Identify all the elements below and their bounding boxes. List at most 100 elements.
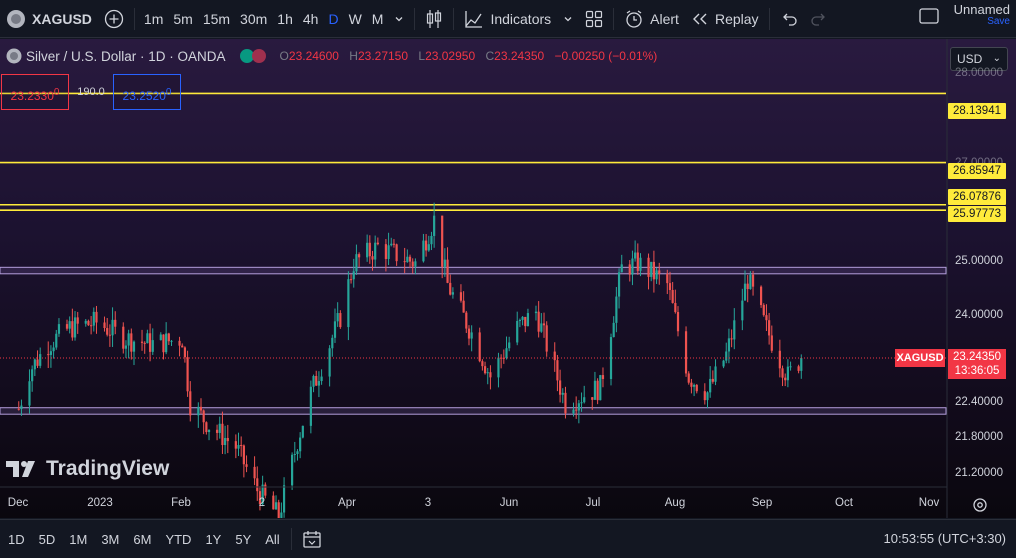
candle-down (425, 240, 428, 251)
symbol-search[interactable]: XAGUSD (0, 0, 98, 38)
candle-down (459, 292, 463, 301)
interval-w[interactable]: W (344, 0, 367, 38)
candle-up (347, 279, 350, 328)
range-ytd[interactable]: YTD (158, 532, 198, 547)
templates-button[interactable] (579, 0, 609, 38)
range-6m[interactable]: 6M (126, 532, 158, 547)
candle-up (741, 300, 744, 321)
chart-type-button[interactable] (419, 0, 449, 38)
interval-5m[interactable]: 5m (168, 0, 197, 38)
watermark-text: TradingView (46, 457, 170, 480)
candle-up (612, 322, 615, 338)
interval-dropdown[interactable] (388, 0, 410, 38)
level-label[interactable]: 26.07876 (948, 189, 1006, 205)
range-1m[interactable]: 1M (62, 532, 94, 547)
candle-down (666, 273, 669, 284)
interval-1h[interactable]: 1h (272, 0, 298, 38)
candle-up (743, 283, 747, 301)
settings-icon[interactable] (970, 495, 990, 515)
interval-d[interactable]: D (323, 0, 343, 38)
clock-timezone[interactable]: 10:53:55 (UTC+3:30) (884, 531, 1006, 546)
candle-down (553, 351, 556, 361)
candle-down (315, 376, 318, 386)
candle-down (240, 445, 243, 447)
interval-15m[interactable]: 15m (198, 0, 235, 38)
layout-name: Unnamed (953, 2, 1010, 17)
tradingview-watermark: TradingView (6, 457, 169, 481)
candle-up (572, 409, 575, 414)
candle-down (395, 244, 398, 262)
interval-30m[interactable]: 30m (235, 0, 272, 38)
buy-price-sup: 0 (165, 87, 172, 98)
replay-button[interactable]: Replay (685, 0, 765, 38)
x-axis-tick: Sep (751, 497, 773, 509)
market-status[interactable] (239, 49, 266, 63)
candle-down (647, 257, 650, 277)
candle-up (577, 403, 580, 411)
buy-button[interactable]: 23.25200 (113, 74, 181, 110)
level-label[interactable]: 25.97773 (948, 206, 1006, 222)
layout-name-button[interactable]: Unnamed Save (953, 2, 1010, 28)
x-axis-tick: Oct (835, 497, 853, 509)
support-zone (0, 407, 947, 415)
chart-legend: Silver / U.S. Dollar · 1D · OANDA O23.24… (6, 48, 664, 64)
redo-button[interactable] (804, 0, 834, 38)
fullscreen-icon[interactable] (918, 6, 940, 26)
candle-up (317, 381, 321, 386)
divider (290, 528, 292, 550)
candle-down (205, 422, 208, 433)
indicators-button[interactable]: Indicators (458, 0, 557, 38)
chevron-down-icon (564, 16, 572, 21)
alert-button[interactable]: Alert (618, 0, 685, 38)
candle-up (505, 348, 508, 359)
candle-up (320, 376, 323, 382)
candle-up (733, 320, 736, 340)
level-label[interactable]: 28.13941 (948, 103, 1006, 119)
undo-button[interactable] (774, 0, 804, 38)
goto-date-button[interactable] (296, 520, 328, 558)
range-5d[interactable]: 5D (32, 532, 63, 547)
y-axis-tick: 24.00000 (955, 309, 1003, 321)
interval-4h[interactable]: 4h (298, 0, 324, 38)
indicators-icon (465, 10, 483, 28)
candle-up (714, 366, 717, 382)
candle-up (49, 351, 53, 355)
candle-up (599, 375, 602, 401)
candle-up (634, 252, 637, 259)
low-value: 23.02950 (425, 49, 476, 63)
x-axis-tick: 3 (424, 497, 432, 509)
range-1y[interactable]: 1Y (198, 532, 228, 547)
candle-up (280, 512, 283, 518)
candle-down (489, 372, 492, 378)
grid-icon (586, 10, 603, 27)
candle-down (186, 357, 189, 392)
range-group: 1D 5D 1M 3M 6M YTD 1Y 5Y All (0, 532, 287, 547)
candle-down (403, 261, 406, 263)
compare-button[interactable] (98, 0, 130, 38)
candle-up (521, 316, 524, 320)
interval-1m[interactable]: 1m (139, 0, 168, 38)
interval-m[interactable]: M (367, 0, 389, 38)
sell-button[interactable]: 23.23300 (1, 74, 69, 110)
indicators-dropdown[interactable] (557, 0, 579, 38)
candle-down (234, 441, 237, 449)
range-5y[interactable]: 5Y (228, 532, 258, 547)
candle-up (561, 392, 564, 395)
candle-down (108, 334, 111, 336)
range-all[interactable]: All (258, 532, 286, 547)
candle-down (339, 313, 342, 328)
candle-up (609, 337, 613, 379)
candle-down (781, 368, 784, 378)
candle-up (291, 454, 294, 486)
candle-down (183, 347, 187, 358)
range-1d[interactable]: 1D (0, 532, 32, 547)
candle-down (575, 409, 578, 411)
range-3m[interactable]: 3M (94, 532, 126, 547)
level-label[interactable]: 26.85947 (948, 163, 1006, 179)
candle-down (556, 360, 559, 381)
ohlc-values: O23.24600 H23.27150 L23.02950 C23.24350 … (280, 49, 665, 63)
candle-down (784, 377, 787, 381)
chart-pane[interactable]: Silver / U.S. Dollar · 1D · OANDA O23.24… (0, 39, 1016, 518)
candle-down (545, 325, 548, 352)
candle-up (336, 313, 339, 322)
